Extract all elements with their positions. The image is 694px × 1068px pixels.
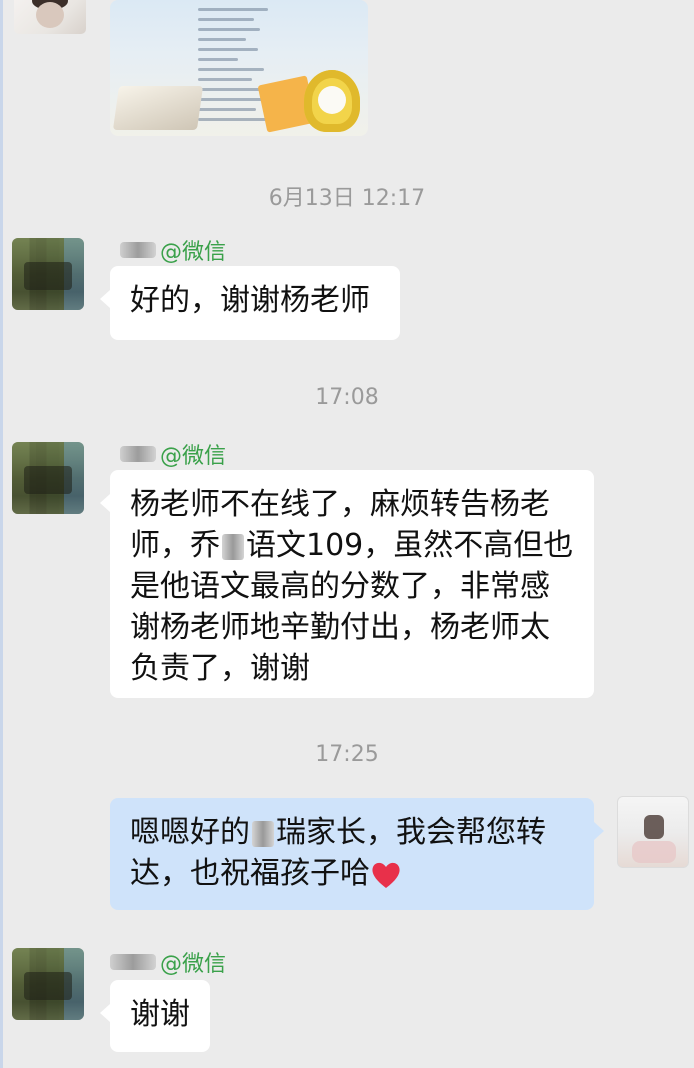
left-border-accent <box>0 0 3 1068</box>
message-text: 谢谢 <box>130 997 190 1032</box>
contact-avatar[interactable] <box>12 238 84 310</box>
message-bubble-incoming[interactable]: 谢谢 <box>100 980 210 1052</box>
contact-avatar[interactable] <box>12 948 84 1020</box>
timestamp: 6月13日 12:17 <box>268 186 426 211</box>
contact-avatar[interactable] <box>12 442 84 514</box>
avatar-face <box>36 2 64 28</box>
image-text-line <box>198 68 264 71</box>
sender-name: @微信 <box>120 438 226 470</box>
message-text-part1: 嗯嗯好的 <box>130 815 250 850</box>
image-text-line <box>198 28 260 31</box>
wechat-tag: @微信 <box>160 952 227 977</box>
redacted-name <box>120 446 156 462</box>
image-message-thumbnail[interactable] <box>110 0 368 136</box>
sender-name: @微信 <box>110 946 226 978</box>
redacted-text <box>222 533 244 560</box>
sender-name: @微信 <box>120 234 226 266</box>
redacted-name <box>110 954 156 970</box>
image-text-line <box>198 88 262 91</box>
alarm-clock-illustration <box>304 70 360 132</box>
image-text-line <box>198 8 268 11</box>
timestamp: 17:25 <box>315 742 379 767</box>
image-text-line <box>198 118 274 121</box>
wechat-tag: @微信 <box>160 444 227 469</box>
image-text-line <box>198 108 256 111</box>
image-text-line <box>198 48 258 51</box>
image-text-line <box>198 58 238 61</box>
self-avatar[interactable] <box>617 796 689 868</box>
redacted-name <box>120 242 156 258</box>
redacted-text <box>252 820 274 847</box>
message-bubble-outgoing[interactable]: 嗯嗯好的 瑞家长，我会帮您转达，也祝福孩子哈 <box>110 798 604 910</box>
contact-avatar-top[interactable] <box>14 0 86 34</box>
image-text-line <box>198 98 270 101</box>
image-text-line <box>198 78 252 81</box>
message-bubble-incoming[interactable]: 杨老师不在线了，麻烦转告杨老师，乔 语文109，虽然不高但也是他语文最高的分数了，… <box>100 470 594 698</box>
wechat-tag: @微信 <box>160 240 227 265</box>
avatar-body <box>632 841 676 863</box>
message-text: 好的，谢谢杨老师 <box>130 283 370 318</box>
avatar-face <box>644 815 664 839</box>
book-illustration <box>112 86 204 130</box>
heart-icon <box>370 860 402 890</box>
timestamp: 17:08 <box>315 385 379 410</box>
image-text-line <box>198 38 246 41</box>
message-bubble-incoming[interactable]: 好的，谢谢杨老师 <box>100 266 400 340</box>
image-text-line <box>198 18 254 21</box>
